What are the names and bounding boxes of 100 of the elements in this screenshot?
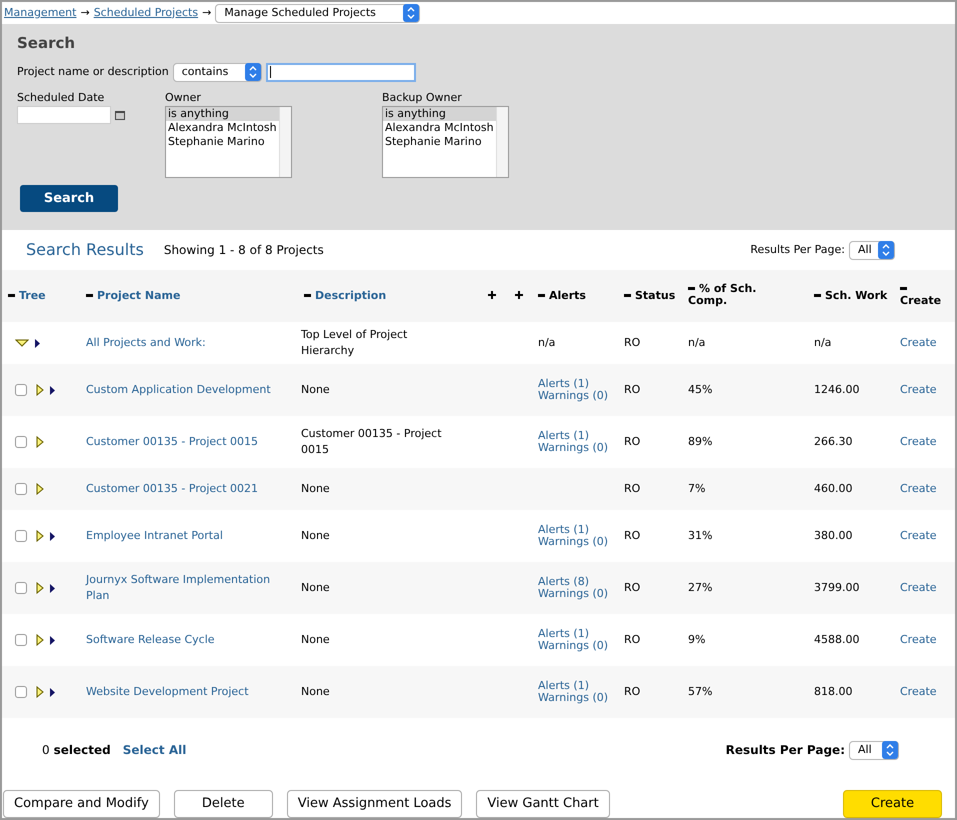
scrollbar-track[interactable] — [496, 107, 508, 177]
column-header[interactable]: Description — [304, 288, 386, 304]
collapsed-triangle-icon[interactable] — [36, 686, 44, 698]
collapsed-triangle-icon[interactable] — [36, 634, 44, 646]
expanded-triangle-icon[interactable] — [15, 339, 29, 347]
alerts-link[interactable]: Alerts (1) — [538, 628, 612, 640]
collapse-icon[interactable] — [688, 287, 695, 290]
page-select[interactable]: Manage Scheduled Projects — [215, 4, 420, 22]
table-cell-text: n/a — [538, 337, 556, 349]
play-arrow-icon[interactable] — [50, 532, 55, 540]
listbox-option[interactable]: Alexandra McIntosh — [166, 121, 279, 135]
collapse-icon[interactable] — [304, 294, 311, 298]
collapse-icon[interactable] — [624, 294, 631, 298]
add-column-icon[interactable] — [488, 290, 496, 299]
alerts-link[interactable]: Warnings (0) — [538, 536, 612, 548]
action-button[interactable]: View Gantt Chart — [476, 790, 610, 818]
column-header: % of Sch. Comp. — [688, 282, 758, 307]
create-link[interactable]: Create — [900, 382, 937, 396]
play-arrow-icon[interactable] — [50, 688, 55, 696]
play-arrow-icon[interactable] — [35, 338, 40, 348]
table-cell: 31% — [688, 528, 712, 542]
search-button[interactable]: Search — [20, 185, 118, 212]
collapse-icon[interactable] — [8, 294, 15, 298]
action-button[interactable]: Compare and Modify — [3, 790, 160, 818]
alerts-link[interactable]: Alerts (1) — [538, 680, 612, 692]
per-page-select[interactable]: All — [849, 740, 899, 760]
table-cell: n/a — [814, 336, 832, 349]
project-link[interactable]: Employee Intranet Portal — [86, 528, 292, 544]
listbox-option[interactable]: is anything — [166, 107, 279, 121]
select-all-link[interactable]: Select All — [122, 741, 186, 759]
add-column-icon[interactable] — [514, 290, 522, 299]
alerts-link[interactable]: Warnings (0) — [538, 588, 612, 600]
listbox-label: Owner — [165, 90, 202, 106]
breadcrumb-link[interactable]: Scheduled Projects — [94, 4, 198, 22]
breadcrumb-link[interactable]: Management — [4, 4, 76, 22]
listbox-option[interactable]: Stephanie Marino — [166, 135, 279, 149]
create-link[interactable]: Create — [900, 528, 937, 542]
scrollbar-track[interactable] — [279, 107, 291, 177]
listbox-option[interactable]: is anything — [383, 107, 496, 121]
listbox-option[interactable]: Stephanie Marino — [383, 135, 496, 149]
collapse-icon[interactable] — [538, 294, 545, 298]
alerts-link[interactable]: Warnings (0) — [538, 390, 612, 402]
alerts-link[interactable]: Warnings (0) — [538, 692, 612, 704]
create-link[interactable]: Create — [900, 434, 937, 448]
column-header[interactable]: Tree — [8, 288, 46, 304]
search-title: Search — [17, 33, 76, 54]
alerts-link[interactable]: Alerts (1) — [538, 524, 612, 536]
alerts-link[interactable]: Warnings (0) — [538, 640, 612, 652]
project-link[interactable]: All Projects and Work: — [86, 334, 292, 352]
create-link[interactable]: Create — [900, 580, 937, 594]
row-checkbox[interactable] — [15, 436, 27, 448]
collapsed-triangle-icon[interactable] — [36, 530, 44, 542]
collapse-icon[interactable] — [814, 294, 821, 298]
collapsed-triangle-icon[interactable] — [36, 384, 44, 396]
row-checkbox[interactable] — [15, 686, 27, 698]
create-link[interactable]: Create — [900, 632, 937, 646]
alerts-link[interactable]: Alerts (1) — [538, 430, 612, 442]
table-cell: 45% — [688, 382, 712, 396]
match-select[interactable]: contains — [172, 62, 262, 82]
table-cell: 7% — [688, 482, 706, 495]
action-button[interactable]: View Assignment Loads — [286, 790, 462, 818]
collapsed-triangle-icon[interactable] — [36, 483, 44, 495]
project-link[interactable]: Custom Application Development — [86, 382, 292, 398]
table-cell: 89% — [688, 434, 712, 448]
row-checkbox[interactable] — [15, 530, 27, 542]
search-input[interactable] — [266, 62, 416, 82]
play-arrow-icon[interactable] — [50, 584, 55, 592]
create-button[interactable]: Create — [843, 790, 942, 818]
alerts-link[interactable]: Alerts (8) — [538, 576, 612, 588]
table-cell: 4588.00 — [814, 632, 860, 646]
listbox-option[interactable]: Alexandra McIntosh — [383, 121, 496, 135]
project-link[interactable]: Customer 00135 - Project 0015 — [86, 434, 292, 450]
project-link[interactable]: Website Development Project — [86, 684, 292, 700]
play-arrow-icon[interactable] — [50, 386, 55, 394]
row-checkbox[interactable] — [15, 384, 27, 396]
action-button[interactable]: Delete — [174, 790, 273, 818]
collapse-icon[interactable] — [900, 287, 907, 290]
project-link[interactable]: Journyx Software Implementation Plan — [86, 572, 292, 604]
project-link[interactable]: Customer 00135 - Project 0021 — [86, 480, 292, 498]
create-link[interactable]: Create — [900, 684, 937, 698]
listbox[interactable]: is anything Alexandra McIntosh Stephanie Marino — [382, 106, 509, 178]
select-arrows-icon — [403, 4, 420, 22]
create-link[interactable]: Create — [900, 482, 937, 495]
create-link[interactable]: Create — [900, 336, 937, 349]
table-cell: n/a — [688, 336, 706, 349]
collapsed-triangle-icon[interactable] — [36, 436, 44, 448]
collapsed-triangle-icon[interactable] — [36, 582, 44, 594]
column-header[interactable]: Project Name — [86, 288, 180, 304]
row-checkbox[interactable] — [15, 634, 27, 646]
alerts-link[interactable]: Warnings (0) — [538, 442, 612, 454]
collapse-icon[interactable] — [86, 294, 93, 298]
per-page-select[interactable]: All — [849, 240, 895, 260]
row-checkbox[interactable] — [15, 582, 27, 594]
project-link[interactable]: Software Release Cycle — [86, 632, 292, 648]
play-arrow-icon[interactable] — [50, 636, 55, 644]
alerts-link[interactable]: Alerts (1) — [538, 378, 612, 390]
date-input[interactable] — [17, 106, 111, 124]
calendar-icon[interactable] — [115, 110, 125, 120]
listbox[interactable]: is anything Alexandra McIntosh Stephanie Marino — [165, 106, 292, 178]
row-checkbox[interactable] — [15, 483, 27, 495]
